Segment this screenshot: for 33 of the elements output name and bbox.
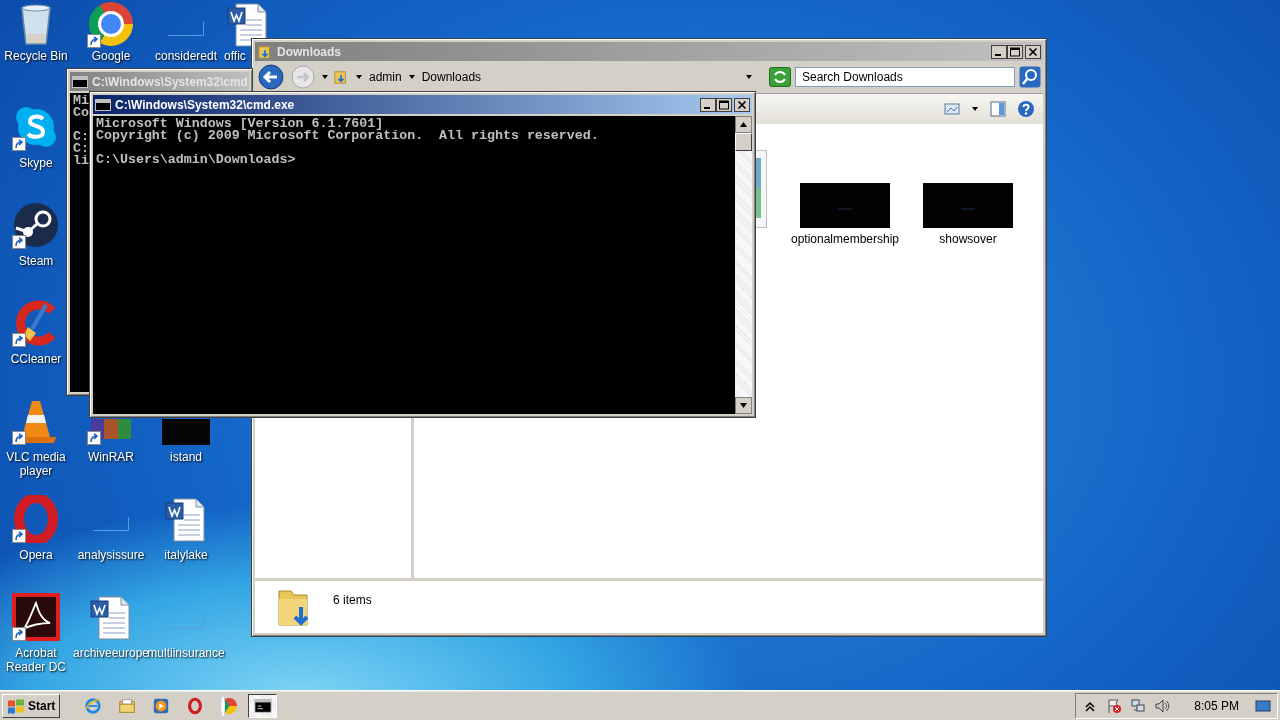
icon-label[interactable]: VLC media player	[0, 450, 73, 478]
icon-label[interactable]: italylake	[164, 548, 208, 562]
icon-label[interactable]: Steam	[18, 254, 54, 268]
icon-label[interactable]: offic	[224, 49, 246, 63]
icon-label[interactable]: consideredt	[154, 49, 217, 63]
console-line: C:	[73, 131, 89, 143]
console-line: Mi	[73, 95, 89, 107]
file-name[interactable]: showsover	[939, 232, 997, 246]
window-title: C:\Windows\System32\cmd	[92, 74, 247, 89]
icon-label[interactable]: Recycle Bin	[4, 49, 68, 63]
console-line: C:	[73, 143, 89, 155]
start-button[interactable]: Start	[2, 693, 61, 718]
console-line: Microsoft Windows [Version 6.1.7601]	[96, 118, 384, 130]
icon-label[interactable]: WinRAR	[88, 450, 134, 464]
icon-label[interactable]: Google	[91, 49, 131, 63]
file-name[interactable]: optionalmembership	[790, 232, 900, 246]
icon-label[interactable]: Opera	[19, 548, 53, 562]
icon-label[interactable]: istand	[170, 450, 202, 464]
console-line: Co	[73, 107, 89, 119]
breadcrumb-item[interactable]: Downloads	[421, 70, 482, 84]
icon-label[interactable]: CCleaner	[10, 352, 62, 366]
console-line: Copyright (c) 2009 Microsoft Corporation. All rights reserved.	[96, 130, 599, 142]
icon-label[interactable]: Skype	[19, 156, 53, 170]
item-count: 6 items	[333, 593, 372, 607]
icon-label[interactable]: analysissure	[77, 548, 145, 562]
clock[interactable]: 8:05 PM	[1194, 698, 1239, 713]
search-field[interactable]: Search Downloads	[795, 67, 1015, 87]
window-title: C:\Windows\System32\cmd.exe	[115, 97, 296, 112]
breadcrumb-item[interactable]: admin	[369, 70, 402, 84]
console-line: C:\Users\admin\Downloads>	[96, 154, 296, 166]
console-line: li	[73, 155, 89, 167]
address-bar[interactable]: admin Downloads	[333, 66, 753, 88]
window-title: Downloads	[277, 44, 342, 59]
